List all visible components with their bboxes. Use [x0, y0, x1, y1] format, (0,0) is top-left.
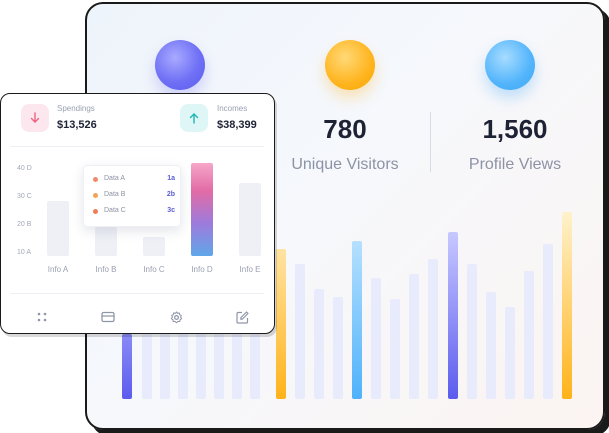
x-category: Info A [47, 265, 69, 274]
bg-bar-4 [178, 334, 188, 399]
mini-bar-info-b [95, 227, 117, 256]
tooltip-label: Data C [104, 207, 126, 214]
bg-bar-23 [543, 244, 553, 399]
x-category: Info D [191, 265, 213, 274]
bg-bar-10 [295, 264, 305, 399]
edit-icon[interactable] [235, 310, 249, 324]
tooltip-value: 3c [167, 207, 175, 214]
bg-bar-24 [562, 212, 572, 399]
bg-bar-9 [276, 249, 286, 399]
legend-dot [93, 193, 98, 198]
x-category: Info C [143, 265, 165, 274]
spendings-label: Spendings [57, 104, 95, 113]
bg-bar-8 [250, 334, 260, 399]
bg-bar-11 [314, 289, 324, 399]
finance-panel: Spendings $13,526 Incomes $38,399 40 D 3… [0, 93, 275, 334]
mini-bar-info-a [47, 201, 69, 256]
tooltip-row-data-a: Data A 1a [93, 174, 175, 186]
y-tick: 10 A [17, 249, 32, 256]
incomes-amount: $38,399 [217, 119, 257, 131]
bg-bar-7 [232, 334, 242, 399]
gear-icon[interactable] [169, 310, 183, 324]
bg-bar-18 [448, 232, 458, 399]
grid-icon[interactable] [35, 310, 49, 324]
y-tick: 20 B [17, 221, 32, 228]
card-icon[interactable] [101, 310, 115, 324]
bg-bar-12 [333, 297, 343, 399]
bg-bar-14 [371, 278, 381, 399]
tooltip-value: 1a [167, 175, 175, 182]
bg-bar-15 [390, 299, 400, 399]
bg-bar-5 [196, 334, 206, 399]
bg-bar-2 [142, 334, 152, 399]
chart-tooltip: Data A 1a Data B 2b Data C 3c [83, 165, 181, 227]
mini-bar-info-d [191, 163, 213, 256]
tooltip-label: Data B [104, 191, 126, 198]
arrow-down-icon [21, 104, 49, 132]
bg-bar-21 [505, 307, 515, 399]
bg-bar-16 [409, 274, 419, 399]
bg-bar-22 [524, 271, 534, 399]
mini-bar-info-e [239, 183, 261, 256]
tooltip-label: Data A [104, 175, 126, 182]
bg-bar-17 [428, 259, 438, 399]
incomes-label: Incomes [217, 104, 248, 113]
bg-bar-13 [352, 241, 362, 399]
bg-bar-1 [122, 334, 132, 399]
legend-dot [93, 209, 98, 214]
legend-dot [93, 177, 98, 182]
x-category: Info E [239, 265, 261, 274]
panel-divider-bottom [11, 293, 264, 294]
bg-bar-6 [214, 334, 224, 399]
tooltip-row-data-b: Data B 2b [93, 190, 175, 202]
tooltip-row-data-c: Data C 3c [93, 206, 175, 218]
x-category: Info B [95, 265, 117, 274]
tooltip-value: 2b [166, 191, 175, 198]
bg-bar-3 [160, 334, 170, 399]
arrow-up-icon [180, 104, 208, 132]
bg-bar-20 [486, 292, 496, 399]
bg-bar-19 [467, 264, 477, 399]
y-tick: 30 C [17, 193, 32, 200]
mini-bar-info-c [143, 237, 165, 256]
spendings-amount: $13,526 [57, 119, 97, 131]
panel-divider-top [11, 146, 264, 147]
y-tick: 40 D [17, 165, 32, 172]
